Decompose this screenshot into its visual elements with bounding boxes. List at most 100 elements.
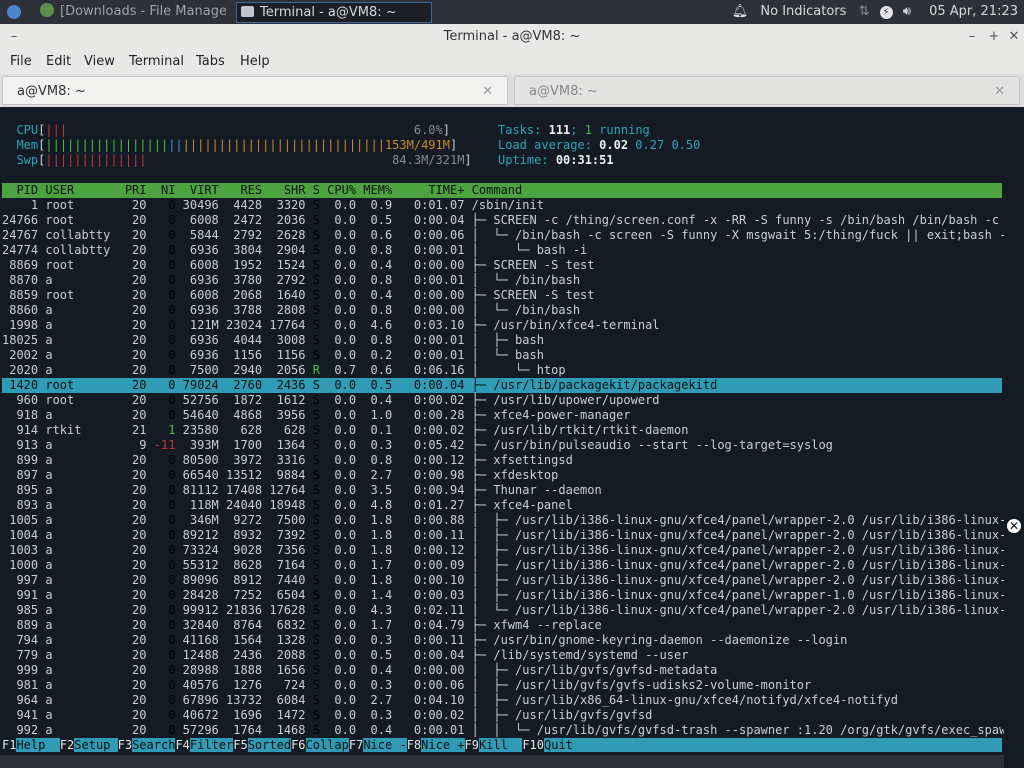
fkey-f2[interactable]: F2 xyxy=(60,738,74,752)
column-header-virt[interactable]: VIRT xyxy=(175,183,219,197)
menu-help[interactable]: Help xyxy=(240,50,270,74)
column-header-command[interactable]: Command xyxy=(464,183,523,197)
fkey-f9[interactable]: F9 xyxy=(465,738,479,752)
process-row[interactable]: 899 a 20 0 80500 3972 3316 S 0.0 0.8 0:0… xyxy=(2,453,1002,468)
process-row[interactable]: 18025 a 20 0 6936 4044 3008 S 0.0 0.8 0:… xyxy=(2,333,1002,348)
process-row[interactable]: 913 a 9 -11 393M 1700 1364 S 0.0 0.3 0:0… xyxy=(2,438,1002,453)
close-icon[interactable]: ✕ xyxy=(1007,519,1021,533)
process-row[interactable]: 8859 root 20 0 6008 2068 1640 S 0.0 0.4 … xyxy=(2,288,1002,303)
cell-cpu: 0.0 xyxy=(319,423,357,437)
process-row[interactable]: 960 root 20 0 52756 1872 1612 S 0.0 0.4 … xyxy=(2,393,1002,408)
uptime: Uptime: 00:31:51 xyxy=(498,153,614,167)
process-row[interactable]: 1420 root 20 0 79024 2760 2436 S 0.0 0.5… xyxy=(2,378,1002,393)
cell-user: rtkit xyxy=(38,423,118,437)
network-icon[interactable]: ⇅ xyxy=(859,0,870,24)
process-row[interactable]: 8860 a 20 0 6936 3788 2808 S 0.0 0.8 0:0… xyxy=(2,303,1002,318)
process-row[interactable]: 895 a 20 0 81112 17408 12764 S 0.0 3.5 0… xyxy=(2,483,1002,498)
column-header-ni[interactable]: NI xyxy=(147,183,175,197)
taskbar-item-terminal[interactable]: Terminal - a@VM8: ~ xyxy=(236,2,432,23)
tab-terminal-1[interactable]: a@VM8: ~ ✕ xyxy=(2,76,508,105)
column-header-time[interactable]: TIME+ xyxy=(392,183,464,197)
fkey-label[interactable]: Help xyxy=(16,738,60,752)
fkey-f10[interactable]: F10 xyxy=(522,738,544,752)
fkey-f3[interactable]: F3 xyxy=(118,738,132,752)
fkey-f1[interactable]: F1 xyxy=(2,738,16,752)
process-row[interactable]: 24767 collabtty 20 0 5844 2792 2628 S 0.… xyxy=(2,228,1004,243)
column-header-pid[interactable]: PID xyxy=(2,183,38,197)
menu-tabs[interactable]: Tabs xyxy=(196,50,225,74)
process-row[interactable]: 991 a 20 0 28428 7252 6504 S 0.0 1.4 0:0… xyxy=(2,588,1004,603)
process-row[interactable]: 997 a 20 0 89096 8912 7440 S 0.0 1.8 0:0… xyxy=(2,573,1004,588)
process-table-header[interactable]: PID USER PRI NI VIRT RES SHR S CPU% MEM%… xyxy=(2,183,1002,198)
column-header-shr[interactable]: SHR xyxy=(262,183,306,197)
process-row[interactable]: 914 rtkit 21 1 23580 628 628 S 0.0 0.1 0… xyxy=(2,423,1002,438)
process-row[interactable]: 918 a 20 0 54640 4868 3956 S 0.0 1.0 0:0… xyxy=(2,408,1002,423)
process-row[interactable]: 985 a 20 0 99912 21836 17628 S 0.0 4.3 0… xyxy=(2,603,1004,618)
fkey-label[interactable]: Nice - xyxy=(363,738,407,752)
fkey-label[interactable]: Search xyxy=(132,738,176,752)
tab-close-icon[interactable]: ✕ xyxy=(994,77,1005,106)
process-row[interactable]: 2020 a 20 0 7500 2940 2056 R 0.7 0.6 0:0… xyxy=(2,363,1002,378)
cell-mem: 1.7 xyxy=(356,618,393,632)
process-row[interactable]: 1005 a 20 0 346M 9272 7500 S 0.0 1.8 0:0… xyxy=(2,513,1004,528)
process-row[interactable]: 897 a 20 0 66540 13512 9884 S 0.0 2.7 0:… xyxy=(2,468,1002,483)
bell-icon[interactable]: 🔔︎ xyxy=(732,0,749,24)
fkey-label[interactable]: Collap xyxy=(305,738,349,752)
power-icon[interactable]: ⚡︎ xyxy=(879,5,893,19)
process-row[interactable]: 779 a 20 0 12488 2436 2088 S 0.0 0.5 0:0… xyxy=(2,648,1002,663)
fkey-label[interactable]: Quit xyxy=(544,738,588,752)
taskbar-item-file-manager[interactable]: [Downloads - File Manager] xyxy=(36,2,226,22)
column-header-mem[interactable]: MEM% xyxy=(356,183,392,197)
minimize-button[interactable]: – xyxy=(962,24,982,50)
process-row[interactable]: 889 a 20 0 32840 8764 6832 S 0.0 1.7 0:0… xyxy=(2,618,1002,633)
fkey-label[interactable]: Sorted xyxy=(247,738,292,752)
fkey-f7[interactable]: F7 xyxy=(349,738,363,752)
process-row[interactable]: 2002 a 20 0 6936 1156 1156 S 0.0 0.2 0:0… xyxy=(2,348,1002,363)
cell-shr: 1468 xyxy=(262,723,306,737)
fkey-f8[interactable]: F8 xyxy=(407,738,421,752)
volume-icon[interactable]: 🔊︎ xyxy=(903,0,911,24)
process-row[interactable]: 24766 root 20 0 6008 2472 2036 S 0.0 0.5… xyxy=(2,213,1002,228)
process-row[interactable]: 1 root 20 0 30496 4428 3320 S 0.0 0.9 0:… xyxy=(2,198,1002,213)
whisker-menu-button[interactable] xyxy=(4,2,26,22)
tab-terminal-2[interactable]: a@VM8: ~ ✕ xyxy=(514,76,1020,105)
tab-close-icon[interactable]: ✕ xyxy=(482,77,493,106)
menu-edit[interactable]: Edit xyxy=(46,50,71,74)
fkey-label[interactable]: Kill xyxy=(478,738,523,752)
clock[interactable]: 05 Apr, 21:23 xyxy=(929,0,1018,24)
menu-terminal[interactable]: Terminal xyxy=(129,50,184,74)
process-row[interactable]: 941 a 20 0 40672 1696 1472 S 0.0 0.3 0:0… xyxy=(2,708,1002,723)
process-row[interactable]: 8869 root 20 0 6008 1952 1524 S 0.0 0.4 … xyxy=(2,258,1002,273)
process-row[interactable]: 8870 a 20 0 6936 3780 2792 S 0.0 0.8 0:0… xyxy=(2,273,1002,288)
process-row[interactable]: 999 a 20 0 28988 1888 1656 S 0.0 0.4 0:0… xyxy=(2,663,1002,678)
menu-file[interactable]: File xyxy=(10,50,32,74)
column-header-user[interactable]: USER xyxy=(38,183,117,197)
process-row[interactable]: 24774 collabtty 20 0 6936 3804 2904 S 0.… xyxy=(2,243,1002,258)
menu-view[interactable]: View xyxy=(84,50,115,74)
process-row[interactable]: 964 a 20 0 67896 13732 6084 S 0.0 2.7 0:… xyxy=(2,693,1002,708)
window-titlebar[interactable]: – Terminal - a@VM8: ~ – + ✕ xyxy=(0,24,1024,50)
terminal-area[interactable]: CPU[||| 6.0%] Mem[||||||||||||||||||||||… xyxy=(0,107,1004,755)
terminal-scrollbar[interactable] xyxy=(1004,107,1024,768)
column-header-pri[interactable]: PRI xyxy=(118,183,147,197)
process-row[interactable]: 1004 a 20 0 89212 8932 7392 S 0.0 1.8 0:… xyxy=(2,528,1004,543)
process-row[interactable]: 981 a 20 0 40576 1276 724 S 0.0 0.3 0:00… xyxy=(2,678,1002,693)
column-header-cpu[interactable]: CPU% xyxy=(320,183,356,197)
fkey-label[interactable]: Filter xyxy=(189,738,234,752)
close-button[interactable]: ✕ xyxy=(1004,24,1024,50)
maximize-button[interactable]: + xyxy=(984,24,1004,50)
fkey-label[interactable]: Setup xyxy=(74,738,118,752)
process-row[interactable]: 1003 a 20 0 73324 9028 7356 S 0.0 1.8 0:… xyxy=(2,543,1004,558)
indicator-text[interactable]: No Indicators xyxy=(760,0,846,24)
fkey-f5[interactable]: F5 xyxy=(233,738,247,752)
process-row[interactable]: 893 a 20 0 118M 24040 18948 S 0.0 4.8 0:… xyxy=(2,498,1002,513)
column-header-res[interactable]: RES xyxy=(219,183,262,197)
fkey-f4[interactable]: F4 xyxy=(175,738,189,752)
column-header-s[interactable]: S xyxy=(306,183,320,197)
process-row[interactable]: 1998 a 20 0 121M 23024 17764 S 0.0 4.6 0… xyxy=(2,318,1002,333)
process-row[interactable]: 1000 a 20 0 55312 8628 7164 S 0.0 1.7 0:… xyxy=(2,558,1004,573)
fkey-f6[interactable]: F6 xyxy=(291,738,305,752)
process-row[interactable]: 794 a 20 0 41168 1564 1328 S 0.0 0.3 0:0… xyxy=(2,633,1002,648)
fkey-label[interactable]: Nice + xyxy=(421,738,465,752)
process-row[interactable]: 992 a 20 0 57296 1764 1468 S 0.0 0.4 0:0… xyxy=(2,723,1004,738)
